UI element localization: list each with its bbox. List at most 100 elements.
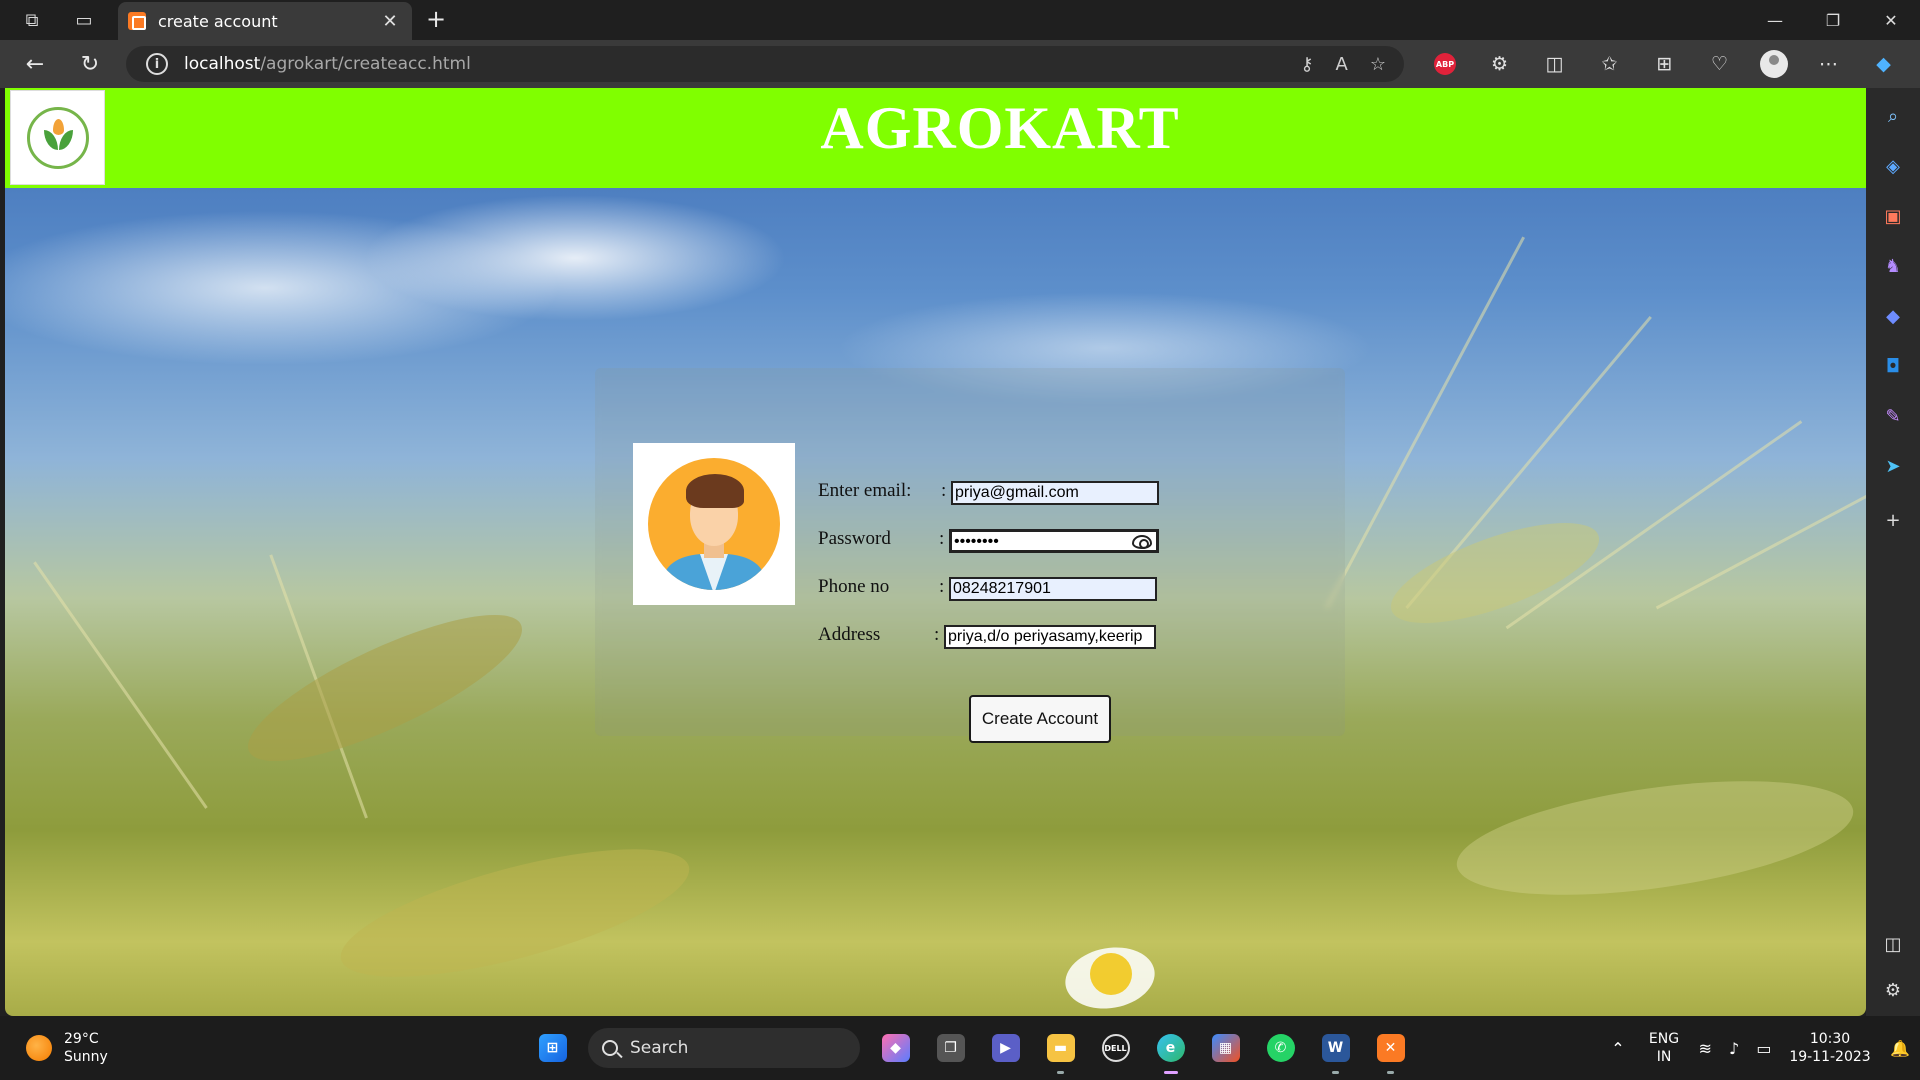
password-label: Password — [818, 528, 891, 549]
whatsapp-app[interactable]: ✆ — [1253, 1028, 1308, 1068]
file-explorer-app[interactable]: ▬ — [1033, 1028, 1088, 1074]
notifications-icon[interactable]: 🔔 — [1880, 1039, 1920, 1058]
folder-icon: ▬ — [1046, 1034, 1075, 1062]
collections-icon[interactable]: ⊞ — [1637, 44, 1692, 84]
password-colon: : — [939, 528, 945, 549]
shopping-icon[interactable]: ◈ — [1879, 152, 1907, 180]
address-label: Address — [818, 624, 881, 645]
copilot-app[interactable]: ◆ — [868, 1028, 923, 1068]
running-indicator — [1332, 1071, 1339, 1074]
site-info-icon[interactable]: i — [146, 53, 168, 75]
workspaces-icon[interactable]: ⧉ — [12, 0, 52, 40]
word-icon: W — [1321, 1034, 1350, 1062]
taskbar-search[interactable]: Search — [588, 1028, 860, 1068]
restore-icon[interactable]: ❐ — [1804, 0, 1862, 40]
browser-sidebar: ⌕ ◈ ▣ ♞ ◆ ◘ ✎ ➤ + ◫ ⚙ — [1866, 88, 1920, 1016]
profile-icon[interactable] — [1760, 50, 1788, 78]
password-field[interactable]: •••••••• — [949, 529, 1159, 553]
create-account-button[interactable]: Create Account — [969, 695, 1111, 743]
key-icon[interactable]: ⚷ — [1300, 54, 1313, 75]
region-code: IN — [1656, 1049, 1672, 1065]
tab-actions-icon[interactable]: ▭ — [64, 0, 104, 40]
copilot-icon[interactable]: ◆ — [1856, 44, 1911, 84]
phone-label: Phone no — [818, 576, 890, 597]
temperature: 29°C — [64, 1031, 99, 1047]
volume-icon: ♪ — [1729, 1038, 1740, 1058]
telegram-icon[interactable]: ➤ — [1879, 452, 1907, 480]
edge-app[interactable]: e — [1143, 1028, 1198, 1074]
address-colon: : — [934, 624, 940, 645]
close-window-icon[interactable]: ✕ — [1862, 0, 1920, 40]
word-app[interactable]: W — [1308, 1028, 1363, 1074]
wheat-ear — [1449, 760, 1861, 916]
back-icon[interactable]: ← — [10, 44, 60, 84]
browser-essentials-icon[interactable]: ♡ — [1692, 44, 1747, 84]
video-icon: ▶ — [991, 1034, 1020, 1062]
page-viewport: AGROKART Enter email: : priya@gmail.com … — [5, 88, 1866, 1016]
settings-icon[interactable]: ⚙ — [1879, 976, 1907, 1004]
extensions-icon[interactable]: ⚙ — [1472, 44, 1527, 84]
xampp-icon: ✕ — [1376, 1034, 1405, 1062]
address-field[interactable]: priya,d/o periyasamy,keerip — [944, 625, 1156, 649]
url-host: localhost — [184, 54, 261, 74]
browser-toolbar: ← ↻ i localhost/agrokart/createacc.html … — [0, 40, 1920, 88]
show-password-icon[interactable] — [1132, 535, 1152, 549]
window-controls: — ❐ ✕ — [1746, 0, 1920, 40]
address-bar-actions: ⚷ A ☆ — [1300, 46, 1386, 82]
url-path: /agrokart/createacc.html — [260, 54, 471, 74]
outlook-icon[interactable]: ◘ — [1879, 352, 1907, 380]
wheat-ear — [329, 822, 701, 1004]
wheat-ear — [1379, 502, 1611, 644]
store-icon: ▦ — [1211, 1034, 1240, 1062]
dell-app[interactable]: DELL — [1088, 1028, 1143, 1068]
adblock-icon[interactable]: ABP — [1434, 53, 1456, 75]
sun-icon — [26, 1035, 52, 1061]
more-icon[interactable]: ⋯ — [1801, 44, 1856, 84]
site-header: AGROKART — [5, 88, 1866, 188]
task-view-app[interactable]: ❐ — [923, 1028, 978, 1068]
taskbar: 29°C Sunny ⊞ Search ◆ ❐ ▶ ▬ DELL e ▦ ✆ W… — [0, 1016, 1920, 1080]
show-hidden-icons-icon[interactable]: ⌃ — [1598, 1039, 1638, 1058]
daisy-center — [1090, 953, 1132, 995]
new-tab-button[interactable]: + — [422, 6, 450, 34]
system-tray: ⌃ ENG IN ≋ ♪ ▭ 10:30 19-11-2023 🔔 — [1598, 1016, 1920, 1080]
tools-icon[interactable]: ▣ — [1879, 202, 1907, 230]
favorites-icon[interactable]: ✩ — [1582, 44, 1637, 84]
split-screen-icon[interactable]: ◫ — [1527, 44, 1582, 84]
read-aloud-icon[interactable]: A — [1336, 54, 1348, 75]
minimize-icon[interactable]: — — [1746, 0, 1804, 40]
time: 10:30 — [1809, 1031, 1851, 1047]
search-icon[interactable]: ⌕ — [1879, 102, 1907, 130]
active-indicator — [1164, 1071, 1178, 1074]
quick-settings[interactable]: ≋ ♪ ▭ — [1690, 1039, 1780, 1058]
start-button[interactable]: ⊞ — [525, 1028, 580, 1068]
designer-icon[interactable]: ✎ — [1879, 402, 1907, 430]
add-icon[interactable]: + — [1879, 506, 1907, 534]
hide-sidebar-icon[interactable]: ◫ — [1879, 930, 1907, 958]
avatar-circle — [648, 458, 780, 590]
games-icon[interactable]: ♞ — [1879, 252, 1907, 280]
favorite-icon[interactable]: ☆ — [1370, 54, 1386, 75]
toolbar-icons: ABP ⚙ ◫ ✩ ⊞ ♡ ⋯ ◆ — [1418, 44, 1911, 84]
weather-widget[interactable]: 29°C Sunny — [26, 1030, 108, 1066]
address-bar[interactable]: i localhost/agrokart/createacc.html ⚷ A … — [126, 46, 1404, 82]
meet-app[interactable]: ▶ — [978, 1028, 1033, 1068]
clock[interactable]: 10:30 19-11-2023 — [1780, 1030, 1880, 1066]
store-app[interactable]: ▦ — [1198, 1028, 1253, 1068]
email-label: Enter email: — [818, 480, 912, 501]
close-tab-icon[interactable]: ✕ — [378, 11, 402, 32]
tab-create-account[interactable]: create account ✕ — [118, 2, 412, 40]
search-label: Search — [630, 1038, 689, 1058]
email-field[interactable]: priya@gmail.com — [951, 481, 1159, 505]
phone-field[interactable]: 08248217901 — [949, 577, 1157, 601]
windows-icon: ⊞ — [538, 1034, 567, 1062]
language-indicator[interactable]: ENG IN — [1638, 1030, 1690, 1066]
tab-bar: ⧉ ▭ create account ✕ + — ❐ ✕ — [0, 0, 1920, 40]
refresh-icon[interactable]: ↻ — [65, 44, 115, 84]
battery-icon: ▭ — [1756, 1038, 1772, 1058]
xampp-app[interactable]: ✕ — [1363, 1028, 1418, 1074]
date: 19-11-2023 — [1789, 1049, 1871, 1065]
wheat-stalk — [33, 561, 208, 809]
taskbar-apps: ⊞ Search ◆ ❐ ▶ ▬ DELL e ▦ ✆ W ✕ — [525, 1028, 1418, 1074]
copilot-icon[interactable]: ◆ — [1879, 302, 1907, 330]
